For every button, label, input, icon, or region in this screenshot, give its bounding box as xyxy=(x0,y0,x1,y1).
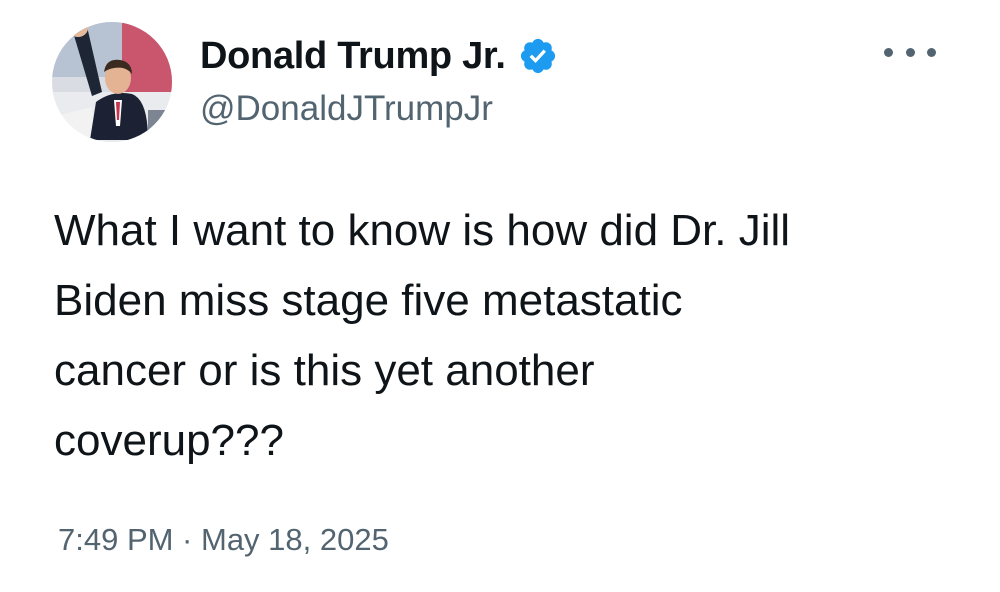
author-name-row[interactable]: Donald Trump Jr. xyxy=(200,30,558,82)
verified-badge-icon xyxy=(520,38,555,74)
dot xyxy=(905,47,915,57)
avatar[interactable] xyxy=(52,22,172,142)
dot xyxy=(884,47,893,57)
avatar-photo xyxy=(52,22,172,142)
tweet-card: Donald Trump Jr. @DonaldJTrumpJr What I … xyxy=(0,0,1000,592)
author-handle[interactable]: @DonaldJTrumpJr xyxy=(200,89,493,129)
tweet-text: What I want to know is how did Dr. Jill … xyxy=(54,206,791,465)
tweet-timestamp[interactable]: 7:49 PM · May 18, 2025 xyxy=(58,522,389,558)
display-name[interactable]: Donald Trump Jr. xyxy=(200,35,506,78)
more-options-icon[interactable] xyxy=(884,34,936,70)
dot xyxy=(927,47,936,57)
